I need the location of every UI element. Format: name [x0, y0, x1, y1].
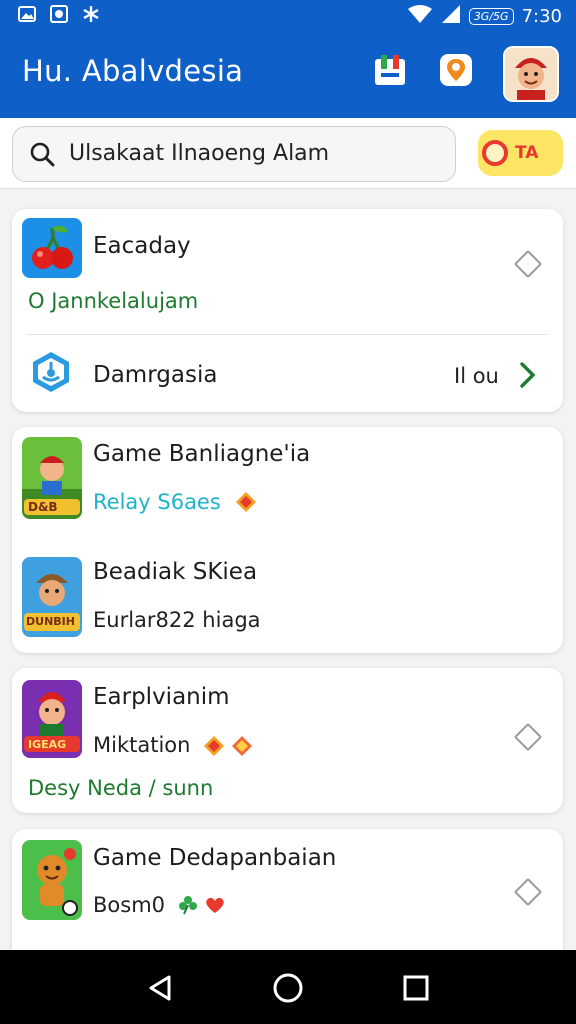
item-title: Game Banliagne'ia — [93, 441, 311, 467]
gem-icons — [202, 734, 254, 758]
ring-icon — [482, 140, 508, 166]
item-title: Game Dedapanbaian — [93, 845, 337, 871]
thumb-label: DUNBIH — [26, 615, 75, 628]
image-icon — [18, 5, 36, 23]
search-icon — [29, 141, 55, 171]
reaction-icons — [178, 895, 226, 915]
item-trailing-text: Il ou — [454, 364, 499, 388]
item-subtitle: Miktation — [93, 733, 191, 757]
recents-icon[interactable] — [396, 970, 436, 1006]
location-pin-icon[interactable] — [434, 48, 478, 92]
cherry-app-icon — [22, 218, 82, 278]
search-query: Ulsakaat Ilnaoeng Alam — [69, 141, 330, 166]
system-nav-bar — [0, 950, 576, 1024]
card-1: Eacaday O Jannkelalujam Damrgasia Il ou — [12, 209, 563, 412]
network-badge: 3G/5G — [468, 8, 514, 25]
thumb-label: D&B — [28, 500, 58, 514]
diamond-icon[interactable] — [513, 877, 543, 907]
thumb-label: IGEAG — [28, 738, 67, 751]
app-title: Hu. Abalvdesia — [22, 54, 244, 88]
gem-icon — [232, 736, 252, 756]
back-icon[interactable] — [140, 970, 180, 1006]
item-title: Earplvianim — [93, 684, 230, 710]
home-icon[interactable] — [268, 970, 308, 1006]
game-thumbnail: DUNBIH — [22, 557, 82, 637]
card-2: D&B Game Banliagne'ia Relay S6aes DUNBIH… — [12, 427, 563, 653]
diamond-icon[interactable] — [513, 249, 543, 279]
avatar[interactable] — [503, 46, 559, 102]
item-title: Eacaday — [93, 233, 191, 259]
card-4: Game Dedapanbaian Bosm0 — [12, 829, 563, 969]
sync-icon — [82, 5, 100, 23]
game-thumbnail: IGEAG — [22, 680, 82, 758]
item-subtitle: Eurlar822 hiaga — [93, 608, 261, 632]
promo-badge-button[interactable]: TA — [478, 130, 563, 176]
card-3: IGEAG Earplvianim Miktation Desy Neda / … — [12, 668, 563, 813]
game-thumbnail: D&B — [22, 437, 82, 519]
item-footer: Desy Neda / sunn — [28, 776, 214, 800]
clock: 7:30 — [521, 6, 562, 27]
shield-app-icon — [28, 349, 74, 395]
gem-icon — [234, 490, 258, 518]
item-subtitle: Relay S6aes — [93, 490, 221, 514]
signal-icon — [441, 4, 461, 29]
badge-label: TA — [515, 143, 539, 163]
diamond-icon[interactable] — [513, 722, 543, 752]
item-title: Beadiak SKiea — [93, 559, 258, 585]
app-bar: Hu. Abalvdesia — [0, 30, 576, 118]
bookmark-icon[interactable] — [368, 48, 412, 92]
status-bar: 3G/5G 7:30 — [0, 0, 576, 30]
item-subtitle: O Jannkelalujam — [28, 289, 199, 313]
search-input[interactable]: Ulsakaat Ilnaoeng Alam — [12, 126, 456, 182]
gem-icon — [204, 736, 224, 756]
search-row: Ulsakaat Ilnaoeng Alam TA — [0, 118, 576, 189]
divider — [26, 334, 549, 335]
game-thumbnail — [22, 840, 82, 920]
wifi-icon — [407, 4, 433, 29]
item-title: Damrgasia — [93, 362, 218, 388]
heart-icon — [206, 897, 224, 913]
clover-icon — [179, 896, 197, 915]
chevron-right-icon[interactable] — [518, 361, 538, 393]
photo-icon — [50, 5, 68, 23]
item-subtitle: Bosm0 — [93, 893, 166, 917]
